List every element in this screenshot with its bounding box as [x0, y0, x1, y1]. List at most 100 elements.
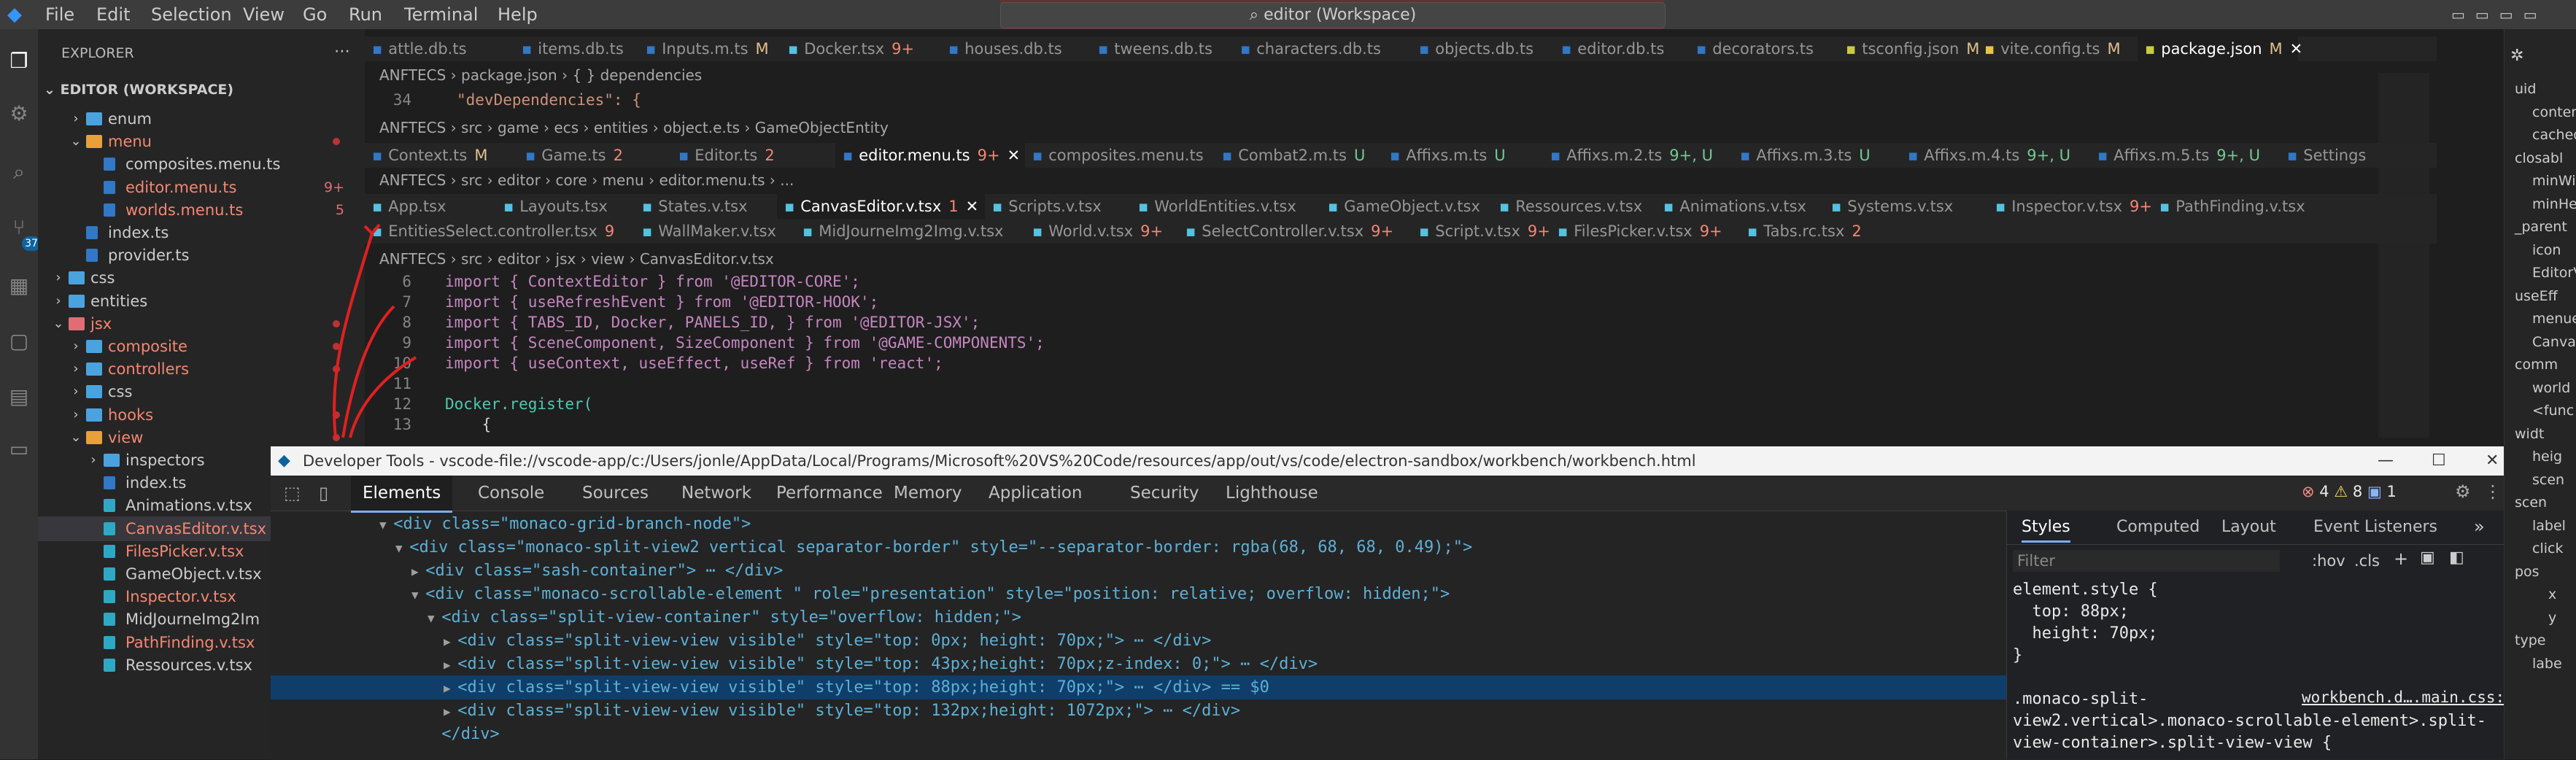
dom-node[interactable]: </div> [271, 722, 2006, 746]
minimize-icon[interactable]: — [2378, 446, 2394, 476]
editor-tab[interactable]: ▪ App.tsx [365, 194, 496, 219]
inspect-icon[interactable]: ⬚ [284, 483, 301, 503]
tree-item[interactable]: › css [38, 379, 365, 404]
breadcrumb-item[interactable]: entities [594, 119, 649, 136]
tree-item[interactable]: editor.menu.ts 9+ [38, 175, 365, 200]
outline-item[interactable]: conter [2532, 104, 2576, 121]
editor-tab[interactable]: ▪ Editor.ts 2 [671, 143, 835, 168]
outline-item[interactable]: uid [2515, 80, 2536, 98]
command-center-search[interactable]: ⌕ editor (Workspace) [1000, 2, 1666, 28]
outline-item[interactable]: minHei [2532, 195, 2576, 213]
dom-node[interactable]: ▼ <div class="monaco-split-view2 vertica… [271, 535, 2006, 559]
styles-tab-computed[interactable]: Computed [2116, 518, 2200, 536]
editor-tab[interactable]: ▪ Animations.v.tsx [1656, 194, 1824, 219]
devtools-tab-sources[interactable]: Sources [570, 476, 660, 511]
devtools-tab-console[interactable]: Console [466, 476, 556, 511]
expand-arrow-icon[interactable]: ▼ [411, 588, 425, 602]
more-icon[interactable]: ⋮ [2484, 481, 2502, 502]
editor-tab[interactable]: ▪ Affixs.m.4.ts 9+, U [1900, 143, 2090, 168]
editor-tab[interactable]: ▪ composites.menu.ts [1025, 143, 1215, 168]
menu-run[interactable]: Run [349, 0, 382, 29]
color-format-icon[interactable]: ▣ [2420, 548, 2435, 567]
dom-node[interactable]: ▶ <div class="split-view-view visible" s… [271, 629, 2006, 653]
outline-item[interactable]: heig [2532, 448, 2562, 465]
devtools-tab-elements[interactable]: Elements [351, 476, 453, 513]
editor-tab[interactable]: ▪ Inspector.v.tsx 9+ [1988, 194, 2152, 219]
tree-item[interactable]: › composite [38, 334, 365, 359]
breadcrumb-item[interactable]: core [556, 171, 587, 189]
expand-arrow-icon[interactable]: ▶ [411, 565, 425, 578]
editor-tab[interactable]: ▪ Affixs.m.5.ts 9+, U [2090, 143, 2280, 168]
elements-dom-tree[interactable]: ▼ <div class="monaco-grid-branch-node"> ▼… [271, 511, 2006, 759]
tree-item[interactable]: provider.ts [38, 243, 365, 268]
editor-tab[interactable]: ▪ tweens.db.ts [1091, 36, 1233, 61]
outline-item[interactable]: click [2532, 540, 2563, 557]
editor-tab[interactable]: ▪ Affixs.m.ts U [1382, 143, 1543, 168]
editor-tab[interactable]: ▪ SelectController.v.tsx 9+ [1178, 219, 1412, 244]
outline-item[interactable]: label [2532, 517, 2566, 535]
breadcrumb-item[interactable]: object.e.ts [663, 119, 740, 136]
expand-arrow-icon[interactable]: ▼ [428, 611, 441, 625]
tree-item[interactable]: index.ts [38, 220, 365, 245]
dom-node[interactable]: ▼ <div class="split-view-container" styl… [271, 605, 2006, 629]
breadcrumb-item[interactable]: ANFTECS [379, 66, 446, 84]
menu-terminal[interactable]: Terminal [404, 0, 478, 29]
menu-help[interactable]: Help [498, 0, 538, 29]
editor-tab[interactable]: ▪ Inputs.m.ts M [638, 36, 781, 61]
editor-tab[interactable]: ▪ objects.db.ts [1412, 36, 1554, 61]
styles-filter-input[interactable]: Filter [2013, 550, 2280, 572]
breadcrumb-item[interactable]: ... [780, 171, 794, 189]
menu-go[interactable]: Go [303, 0, 327, 29]
menu-view[interactable]: View [243, 0, 285, 29]
editor-tab[interactable]: ▪ GameObject.v.tsx [1320, 194, 1492, 219]
editor-tab[interactable]: ▪ houses.db.ts [941, 36, 1091, 61]
breadcrumb-item[interactable]: src [461, 250, 482, 268]
tree-item[interactable]: › css [38, 265, 365, 290]
editor-tab[interactable]: ▪ vite.config.ts M [1977, 36, 2138, 61]
cls-toggle[interactable]: .cls [2354, 550, 2380, 572]
outline-item[interactable]: _parent [2515, 218, 2567, 236]
close-icon[interactable]: ✕ [2486, 446, 2499, 476]
editor-tab[interactable]: ▪ items.db.ts [514, 36, 638, 61]
outline-item[interactable]: pos [2515, 563, 2540, 581]
devtools-tab-application[interactable]: Application [977, 476, 1094, 511]
code-editor[interactable]: 6 import { ContextEditor } from '@EDITOR-… [365, 271, 2437, 446]
editor-tab[interactable]: ▪ Affixs.m.2.ts 9+, U [1543, 143, 1733, 168]
outline-item[interactable]: menue [2532, 310, 2576, 327]
sidebar-toggle-icon[interactable]: ◧ [2449, 548, 2464, 567]
styles-tab-styles[interactable]: Styles [2022, 518, 2070, 543]
chat-icon[interactable]: ▭ [7, 438, 31, 461]
close-tab-icon[interactable]: ✕ [966, 198, 979, 215]
breadcrumb-item[interactable]: { } dependencies [572, 66, 702, 84]
close-tab-icon[interactable]: ✕ [2290, 40, 2303, 58]
debug-icon[interactable]: ⚙ [7, 102, 31, 125]
devtools-tab-memory[interactable]: Memory [882, 476, 974, 511]
breadcrumb-item[interactable]: src [461, 171, 482, 189]
more-tabs-icon[interactable]: » [2474, 516, 2485, 537]
maximize-icon[interactable]: ☐ [2432, 446, 2446, 476]
close-tab-icon[interactable]: ✕ [1007, 147, 1021, 164]
remote-icon[interactable]: ▢ [7, 330, 31, 353]
editor-tab[interactable]: ▪ WallMaker.v.tsx [635, 219, 795, 244]
devtools-tab-performance[interactable]: Performance [765, 476, 894, 511]
outline-item[interactable]: Canvas [2532, 333, 2576, 351]
outline-item[interactable]: scen [2532, 471, 2564, 489]
outline-item[interactable]: minWi [2532, 172, 2575, 190]
expand-arrow-icon[interactable] [428, 728, 441, 742]
minimap[interactable] [2378, 73, 2429, 438]
breadcrumb-item[interactable]: ANFTECS [379, 119, 446, 136]
css-source-link[interactable]: workbench.d….main.css:3 [2302, 689, 2514, 706]
tree-item[interactable]: worlds.menu.ts 5 [38, 198, 365, 222]
editor-tab[interactable]: ▪ Script.v.tsx 9+ [1412, 219, 1550, 244]
editor-tab[interactable]: ▪ editor.menu.ts 9+ ✕ [835, 143, 1025, 168]
workspace-title[interactable]: ⌄ EDITOR (WORKSPACE) [44, 82, 233, 98]
breadcrumb-item[interactable]: editor [498, 171, 541, 189]
more-actions-icon[interactable]: ⋯ [334, 42, 350, 61]
editor-tab[interactable]: ▪ Ressources.v.tsx [1492, 194, 1656, 219]
tree-item[interactable]: › controllers [38, 357, 365, 381]
outline-item[interactable]: icon [2532, 241, 2561, 259]
tree-item[interactable]: ⌄ jsx [38, 311, 365, 336]
search-icon[interactable]: ⌕ [7, 160, 31, 184]
editor-tab[interactable]: ▪ Game.ts 2 [518, 143, 671, 168]
menu-selection[interactable]: Selection [151, 0, 232, 29]
